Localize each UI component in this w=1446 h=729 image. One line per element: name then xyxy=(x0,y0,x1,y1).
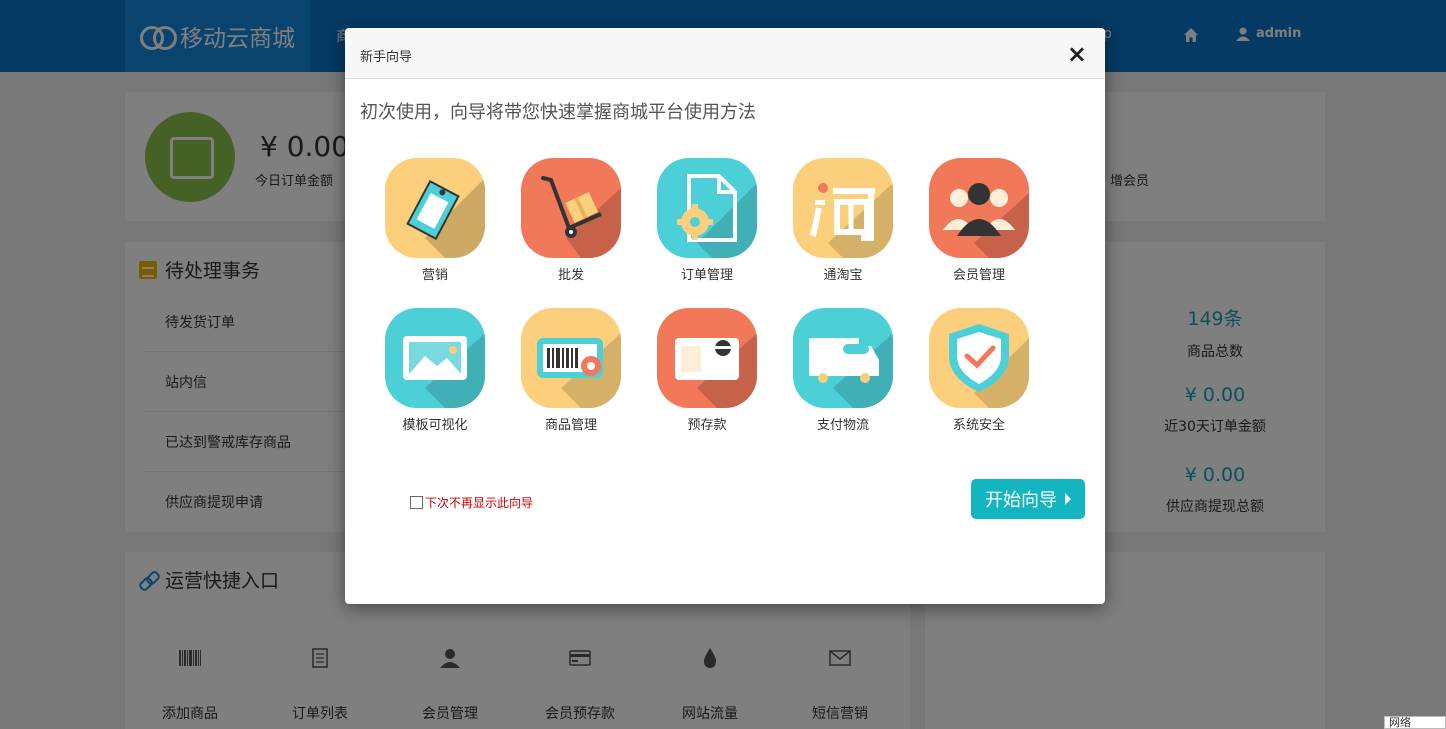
tile-label: 系统安全 xyxy=(952,418,1005,433)
hand-truck-icon xyxy=(521,158,621,258)
tile-label: 模板可视化 xyxy=(402,418,468,433)
dont-show-label: 下次不再显示此向导 xyxy=(425,496,534,510)
start-guide-button[interactable]: 开始向导 xyxy=(971,479,1085,519)
tile-payment-logistics[interactable]: 支付物流 xyxy=(793,308,893,458)
tile-label: 订单管理 xyxy=(680,268,733,283)
modal-title: 新手向导 xyxy=(360,50,413,65)
tile-taobao[interactable]: 通淘宝 xyxy=(793,158,893,308)
picture-icon xyxy=(385,308,485,408)
start-guide-label: 开始向导 xyxy=(985,490,1057,511)
caret-right-icon xyxy=(1065,493,1071,505)
modal-intro: 初次使用，向导将带您快速掌握商城平台使用方法 xyxy=(360,102,756,123)
tile-order-manage[interactable]: 订单管理 xyxy=(657,158,757,308)
close-icon[interactable]: × xyxy=(1067,42,1087,66)
modal-header: 新手向导 × xyxy=(345,28,1105,79)
tile-system-security[interactable]: 系统安全 xyxy=(929,308,1029,458)
taobao-icon xyxy=(793,158,893,258)
shield-icon xyxy=(929,308,1029,408)
dont-show-again[interactable]: 下次不再显示此向导 xyxy=(410,494,533,511)
tile-label: 批发 xyxy=(557,268,584,283)
tile-label: 通淘宝 xyxy=(823,268,863,283)
network-tag: 网络 xyxy=(1384,716,1446,729)
barcode-gear-icon xyxy=(521,308,621,408)
tile-product-manage[interactable]: 商品管理 xyxy=(521,308,621,458)
tile-label: 支付物流 xyxy=(816,418,869,433)
guide-row: 模板可视化 商品管理 预存款 支付物流 系统安全 xyxy=(385,308,1085,458)
tile-label: 预存款 xyxy=(687,418,727,433)
document-gear-icon xyxy=(657,158,757,258)
tile-label: 商品管理 xyxy=(544,418,597,433)
price-tag-icon xyxy=(385,158,485,258)
money-box-icon xyxy=(657,308,757,408)
guide-modal: 新手向导 × 初次使用，向导将带您快速掌握商城平台使用方法 营销 批发 订单管理… xyxy=(345,28,1105,604)
truck-icon xyxy=(793,308,893,408)
members-icon xyxy=(929,158,1029,258)
guide-grid: 营销 批发 订单管理 通淘宝 会员管理 模板可视化 商品管理 预存款 支付物流 … xyxy=(385,158,1085,458)
tile-wholesale[interactable]: 批发 xyxy=(521,158,621,308)
tile-label: 营销 xyxy=(421,268,448,283)
tile-member-manage[interactable]: 会员管理 xyxy=(929,158,1029,308)
tile-deposit[interactable]: 预存款 xyxy=(657,308,757,458)
tile-label: 会员管理 xyxy=(952,268,1005,283)
dont-show-checkbox[interactable] xyxy=(410,496,423,509)
tile-template-visual[interactable]: 模板可视化 xyxy=(385,308,485,458)
tile-marketing[interactable]: 营销 xyxy=(385,158,485,308)
guide-row: 营销 批发 订单管理 通淘宝 会员管理 xyxy=(385,158,1085,308)
